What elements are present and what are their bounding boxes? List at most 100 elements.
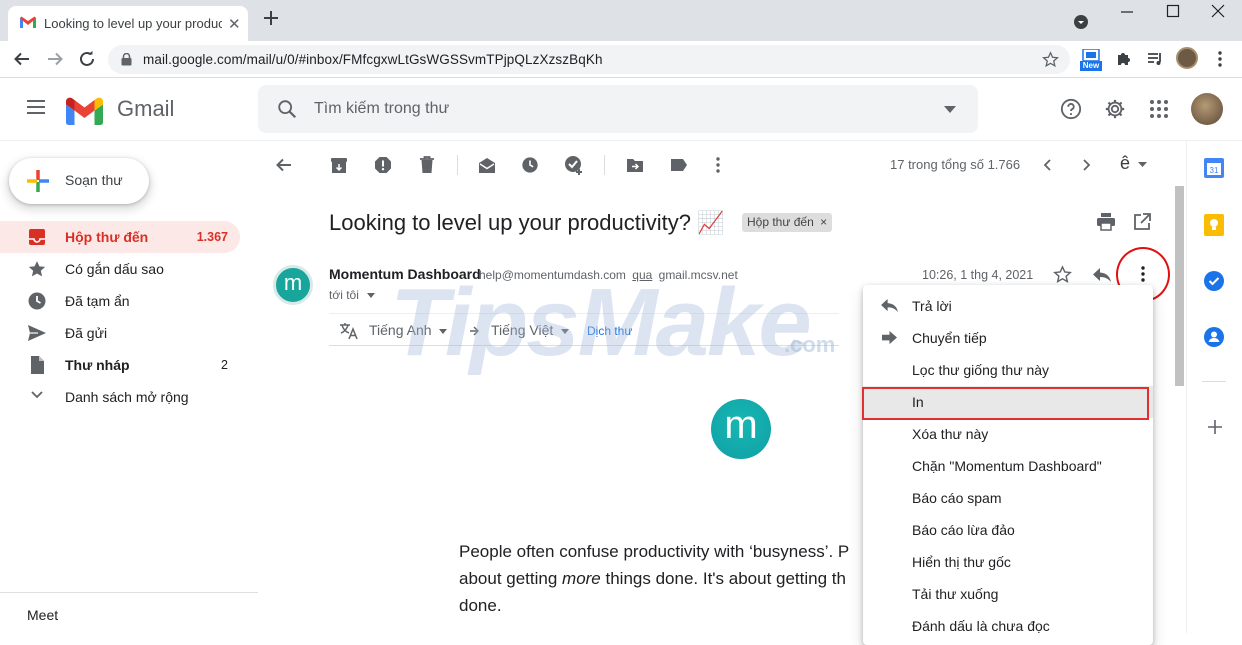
compose-button[interactable]: Soạn thư bbox=[9, 158, 149, 204]
new-tab-icon[interactable] bbox=[262, 9, 280, 27]
translate-icon bbox=[339, 322, 359, 340]
sidebar-item-label: Đã gửi bbox=[65, 325, 108, 341]
star-icon bbox=[27, 259, 47, 279]
newer-chevron-left-icon[interactable] bbox=[1035, 153, 1059, 177]
menu-item-report-spam[interactable]: Báo cáo spam bbox=[863, 482, 1153, 514]
body-line: People often confuse productivity with ‘… bbox=[459, 542, 850, 561]
back-icon[interactable] bbox=[10, 47, 34, 71]
browser-menu-icon[interactable] bbox=[1208, 47, 1232, 71]
recipient-details-toggle[interactable]: tới tôi bbox=[329, 288, 376, 302]
menu-item-delete[interactable]: Xóa thư này bbox=[863, 418, 1153, 450]
extensions-puzzle-icon[interactable] bbox=[1112, 47, 1136, 71]
sidebar-item-sent[interactable]: Đã gửi bbox=[0, 317, 240, 349]
snooze-clock-icon[interactable] bbox=[518, 153, 542, 177]
inbox-label-chip[interactable]: Hộp thư đến × bbox=[742, 213, 833, 232]
meet-section-title[interactable]: Meet bbox=[27, 607, 58, 623]
media-queue-icon[interactable] bbox=[1143, 47, 1167, 71]
menu-item-label: Trả lời bbox=[912, 298, 952, 314]
draft-file-icon bbox=[27, 355, 47, 375]
sidebar-item-label: Đã tạm ẩn bbox=[65, 293, 130, 309]
open-new-window-icon[interactable] bbox=[1133, 213, 1151, 231]
move-to-icon[interactable] bbox=[623, 153, 647, 177]
side-panel-divider bbox=[1202, 381, 1226, 382]
tab-search-icon[interactable] bbox=[1074, 15, 1088, 29]
pagination-text: 17 trong tổng số 1.766 bbox=[890, 157, 1021, 172]
back-to-inbox-icon[interactable] bbox=[272, 153, 296, 177]
main-menu-icon[interactable] bbox=[26, 99, 46, 115]
tasks-icon[interactable] bbox=[1204, 271, 1224, 291]
sidebar-item-more[interactable]: Danh sách mở rộng bbox=[0, 381, 240, 413]
search-icon[interactable] bbox=[276, 98, 298, 120]
menu-item-reply[interactable]: Trả lời bbox=[863, 290, 1153, 322]
input-tools-label[interactable]: ê bbox=[1117, 153, 1133, 174]
profile-avatar[interactable] bbox=[1176, 47, 1198, 69]
label-tag-icon[interactable] bbox=[667, 153, 691, 177]
menu-item-label: Tải thư xuống bbox=[912, 586, 999, 602]
remove-label-icon[interactable]: × bbox=[820, 215, 827, 229]
older-chevron-right-icon[interactable] bbox=[1075, 153, 1099, 177]
menu-item-show-original[interactable]: Hiển thị thư gốc bbox=[863, 546, 1153, 578]
window-close-icon[interactable] bbox=[1211, 4, 1225, 18]
body-line: about getting more things done. It's abo… bbox=[459, 565, 859, 592]
menu-item-forward[interactable]: Chuyển tiếp bbox=[863, 322, 1153, 354]
delete-trash-icon[interactable] bbox=[415, 153, 439, 177]
print-item-highlight-box bbox=[862, 387, 1149, 420]
menu-item-filter-similar[interactable]: Lọc thư giống thư này bbox=[863, 354, 1153, 386]
menu-item-label: Chuyển tiếp bbox=[912, 330, 987, 346]
menu-item-label: Đánh dấu là chưa đọc bbox=[912, 618, 1050, 634]
minimize-icon[interactable] bbox=[1120, 4, 1134, 18]
reply-icon[interactable] bbox=[1092, 267, 1112, 283]
watermark-logo: TipsMake bbox=[390, 269, 812, 376]
bookmark-star-icon[interactable] bbox=[1042, 51, 1059, 68]
browser-tab[interactable]: Looking to level up your productivity? 📈… bbox=[8, 6, 248, 41]
gmail-wordmark[interactable]: Gmail bbox=[117, 96, 174, 122]
body-emphasis: more bbox=[562, 569, 601, 588]
menu-item-block-sender[interactable]: Chặn "Momentum Dashboard" bbox=[863, 450, 1153, 482]
reload-icon[interactable] bbox=[75, 47, 99, 71]
archive-icon[interactable] bbox=[327, 153, 351, 177]
sidebar-item-drafts[interactable]: Thư nháp 2 bbox=[0, 349, 240, 381]
gmail-logo-icon[interactable] bbox=[66, 97, 103, 125]
lock-icon[interactable] bbox=[121, 53, 132, 66]
scrollbar[interactable] bbox=[1175, 186, 1184, 386]
unread-count: 1.367 bbox=[196, 230, 228, 244]
help-icon[interactable] bbox=[1060, 98, 1082, 120]
add-addon-plus-icon[interactable] bbox=[1207, 419, 1223, 435]
report-spam-icon[interactable] bbox=[371, 153, 395, 177]
menu-item-label: Chặn "Momentum Dashboard" bbox=[912, 458, 1102, 474]
search-placeholder: Tìm kiếm trong thư bbox=[314, 100, 450, 117]
apps-grid-icon[interactable] bbox=[1149, 99, 1169, 119]
more-actions-icon[interactable] bbox=[706, 153, 730, 177]
tab-close-icon[interactable]: ✕ bbox=[228, 15, 241, 33]
sidebar-item-snoozed[interactable]: Đã tạm ẩn bbox=[0, 285, 240, 317]
keep-icon[interactable] bbox=[1204, 214, 1224, 236]
sidebar-item-label: Danh sách mở rộng bbox=[65, 389, 189, 405]
star-message-icon[interactable] bbox=[1053, 265, 1072, 284]
calendar-icon[interactable]: 31 bbox=[1204, 158, 1224, 178]
extension-new-icon[interactable]: New bbox=[1080, 49, 1102, 73]
address-bar[interactable]: mail.google.com/mail/u/0/#inbox/FMfcgxwL… bbox=[108, 45, 1070, 74]
add-to-tasks-icon[interactable] bbox=[562, 153, 586, 177]
maximize-icon[interactable] bbox=[1166, 4, 1180, 18]
menu-item-download[interactable]: Tải thư xuống bbox=[863, 578, 1153, 610]
sender-avatar[interactable]: m bbox=[273, 265, 313, 305]
search-input[interactable]: Tìm kiếm trong thư bbox=[258, 85, 978, 133]
sidebar-item-starred[interactable]: Có gắn dấu sao bbox=[0, 253, 240, 285]
recipient-line: tới tôi bbox=[329, 288, 359, 302]
settings-gear-icon[interactable] bbox=[1104, 98, 1126, 120]
message-more-menu: Trả lời Chuyển tiếp Lọc thư giống thư nà… bbox=[863, 285, 1153, 645]
sidebar-item-label: Thư nháp bbox=[65, 357, 130, 373]
forward-icon[interactable] bbox=[43, 47, 67, 71]
url-text: mail.google.com/mail/u/0/#inbox/FMfcgxwL… bbox=[143, 52, 603, 67]
input-tools-dropdown-icon[interactable] bbox=[1138, 162, 1147, 167]
email-body-text: People often confuse productivity with ‘… bbox=[459, 538, 859, 619]
menu-item-report-phishing[interactable]: Báo cáo lừa đảo bbox=[863, 514, 1153, 546]
mark-unread-icon[interactable] bbox=[475, 153, 499, 177]
contacts-icon[interactable] bbox=[1204, 327, 1224, 347]
print-all-icon[interactable] bbox=[1096, 213, 1116, 231]
reply-icon bbox=[880, 298, 899, 313]
account-avatar[interactable] bbox=[1191, 93, 1223, 125]
search-options-icon[interactable] bbox=[944, 106, 956, 113]
sidebar-item-inbox[interactable]: Hộp thư đến 1.367 bbox=[0, 221, 240, 253]
menu-item-mark-unread[interactable]: Đánh dấu là chưa đọc bbox=[863, 610, 1153, 642]
